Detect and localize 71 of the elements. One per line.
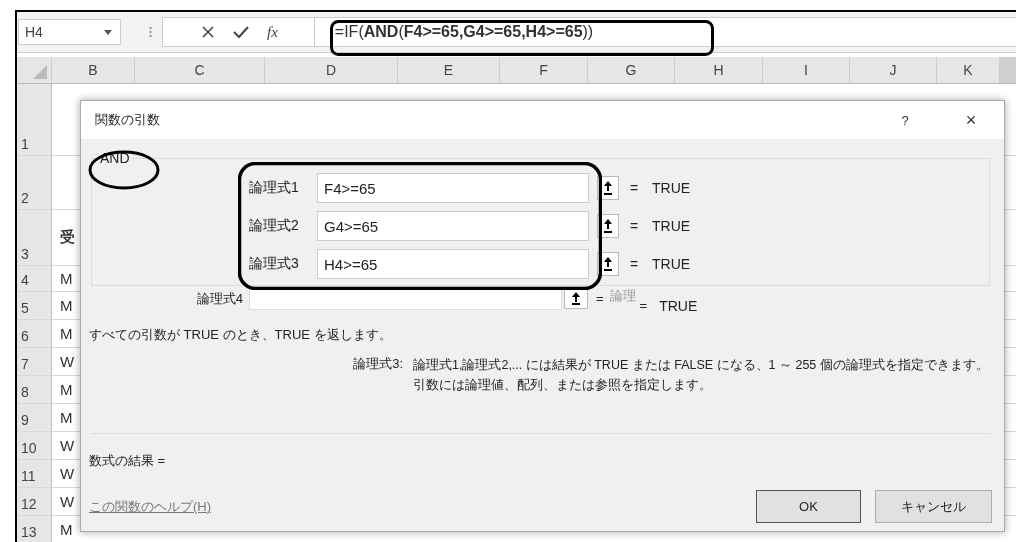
row-header[interactable]: 7 <box>17 348 52 375</box>
argument-label: 論理式3 <box>249 255 300 273</box>
table-cell-text: M <box>59 408 73 428</box>
table-cell-text: M <box>59 324 73 344</box>
column-header[interactable]: J <box>850 57 937 83</box>
equals-sign: = <box>596 290 604 308</box>
argument-field[interactable] <box>249 288 562 310</box>
function-result: TRUE <box>659 298 698 314</box>
column-header[interactable]: F <box>500 57 588 83</box>
row-header[interactable]: 9 <box>17 404 52 431</box>
insert-function-button[interactable]: fx <box>267 23 278 41</box>
column-header[interactable]: D <box>265 57 398 83</box>
equals-sign: = <box>630 218 640 234</box>
name-box[interactable]: H4 <box>18 19 121 45</box>
annotation-ellipse <box>88 150 160 190</box>
argument-result: TRUE <box>652 218 691 234</box>
row-header[interactable]: 2 <box>17 156 52 209</box>
table-cell-text: M <box>59 520 73 540</box>
table-cell-text: M <box>59 296 73 316</box>
argument-label: 論理式2 <box>249 217 300 235</box>
formula-field[interactable]: =IF(AND(F4>=65,G4>=65,H4>=65)) <box>313 17 1016 47</box>
argument-field[interactable]: G4>=65 <box>317 211 589 241</box>
row-header[interactable]: 3 <box>17 210 52 265</box>
table-cell-text: W <box>59 436 75 456</box>
row-header[interactable]: 12 <box>17 488 52 515</box>
row-header[interactable]: 1 <box>17 84 52 155</box>
table-cell-text: W <box>59 352 75 372</box>
table-cell-text: M <box>59 380 73 400</box>
equals-sign: = <box>639 298 648 313</box>
equals-sign: = <box>630 256 640 272</box>
argument-label: 論理式1 <box>249 179 300 197</box>
table-cell-text: W <box>59 464 75 484</box>
table-cell-text: W <box>59 492 75 512</box>
row-header[interactable]: 8 <box>17 376 52 403</box>
row-header[interactable]: 13 <box>17 516 52 542</box>
row-header[interactable]: 10 <box>17 432 52 459</box>
argument-field[interactable]: F4>=65 <box>317 173 589 203</box>
argument-result: TRUE <box>652 180 691 196</box>
triangle-icon <box>33 65 47 79</box>
type-hint: 論理 <box>609 288 636 304</box>
function-description: すべての引数が TRUE のとき、TRUE を返します。 <box>89 326 393 344</box>
help-button[interactable]: ? <box>872 112 938 128</box>
argument-label: 論理式4 <box>195 290 243 308</box>
caret-icon <box>104 29 112 35</box>
cancel-icon[interactable] <box>201 25 215 39</box>
column-header[interactable]: G <box>588 57 675 83</box>
argument-name: 論理式3: <box>352 355 403 373</box>
close-button[interactable]: × <box>938 109 1004 131</box>
argument-result: TRUE <box>652 256 691 272</box>
row-header[interactable]: 6 <box>17 320 52 347</box>
row-header[interactable]: 11 <box>17 460 52 487</box>
row-header[interactable]: 4 <box>17 266 52 291</box>
table-cell-text: M <box>59 269 73 289</box>
formula-result: 数式の結果 = <box>89 452 167 470</box>
column-header[interactable]: I <box>763 57 850 83</box>
column-header[interactable]: C <box>135 57 265 83</box>
grip-icon <box>149 26 152 38</box>
dialog-title: 関数の引数 <box>95 111 161 129</box>
column-header[interactable]: E <box>398 57 500 83</box>
collapse-button[interactable] <box>564 289 588 309</box>
cancel-button[interactable]: キャンセル <box>875 490 992 523</box>
table-cell-text: 受 <box>59 227 75 247</box>
column-header[interactable]: H <box>675 57 763 83</box>
help-link[interactable]: この関数のヘルプ(H) <box>89 497 742 516</box>
argument-description: 論理式1,論理式2,... には結果が TRUE または FALSE になる、1 ～ 255 個の論理式を指定できます。引数には論理値、配列、または参照を指定します。 <box>413 357 990 394</box>
equals-sign: = <box>630 180 640 196</box>
column-header[interactable]: B <box>52 57 135 83</box>
checkmark-icon[interactable] <box>233 25 249 39</box>
ok-button[interactable]: OK <box>756 490 861 523</box>
row-header[interactable]: 5 <box>17 292 52 319</box>
argument-field[interactable]: H4>=65 <box>317 249 589 279</box>
